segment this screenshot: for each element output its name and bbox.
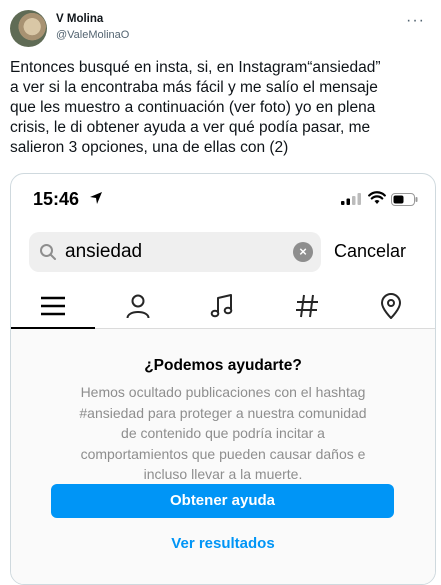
user-handle[interactable]: @ValeMolinaO [56, 29, 129, 41]
help-title: ¿Podemos ayudarte? [144, 357, 302, 374]
tweet-header: V Molina @ValeMolinaO ··· [10, 10, 431, 50]
tweet-media[interactable]: 15:46 ansiedad × Cancelar ¿Podemos ayuda… [10, 173, 436, 585]
user-name[interactable]: V Molina [56, 13, 103, 25]
see-results-link[interactable]: Ver resultados [11, 535, 435, 552]
location-arrow-icon [90, 192, 102, 204]
music-icon [210, 294, 233, 318]
signal-icon [341, 193, 361, 205]
search-value: ansiedad [65, 241, 143, 262]
search-tabs [11, 286, 435, 329]
tweet-text: Entonces busqué en insta, si, en Instagr… [10, 59, 381, 156]
help-message: Hemos ocultado publicaciones con el hash… [79, 384, 367, 482]
tab-places[interactable] [349, 286, 433, 328]
help-prompt: ¿Podemos ayudarte? Hemos ocultado public… [11, 329, 435, 584]
avatar[interactable] [10, 10, 47, 47]
battery-icon [391, 193, 418, 206]
tab-audio[interactable] [180, 286, 264, 328]
person-icon [126, 294, 150, 319]
menu-icon [41, 296, 65, 316]
search-icon [40, 244, 56, 260]
cancel-button[interactable]: Cancelar [334, 241, 406, 262]
more-horizontal-icon[interactable]: ··· [406, 12, 425, 30]
status-time: 15:46 [33, 189, 80, 209]
tab-accounts[interactable] [96, 286, 180, 328]
location-icon [380, 293, 402, 319]
tab-top[interactable] [11, 286, 95, 329]
clear-icon[interactable]: × [293, 242, 313, 262]
tab-tags[interactable] [265, 286, 349, 328]
phone-status-bar: 15:46 [11, 174, 435, 222]
hashtag-icon [296, 294, 318, 318]
get-help-button[interactable]: Obtener ayuda [51, 484, 394, 518]
wifi-icon [368, 191, 386, 204]
search-input[interactable]: ansiedad × [29, 232, 321, 272]
